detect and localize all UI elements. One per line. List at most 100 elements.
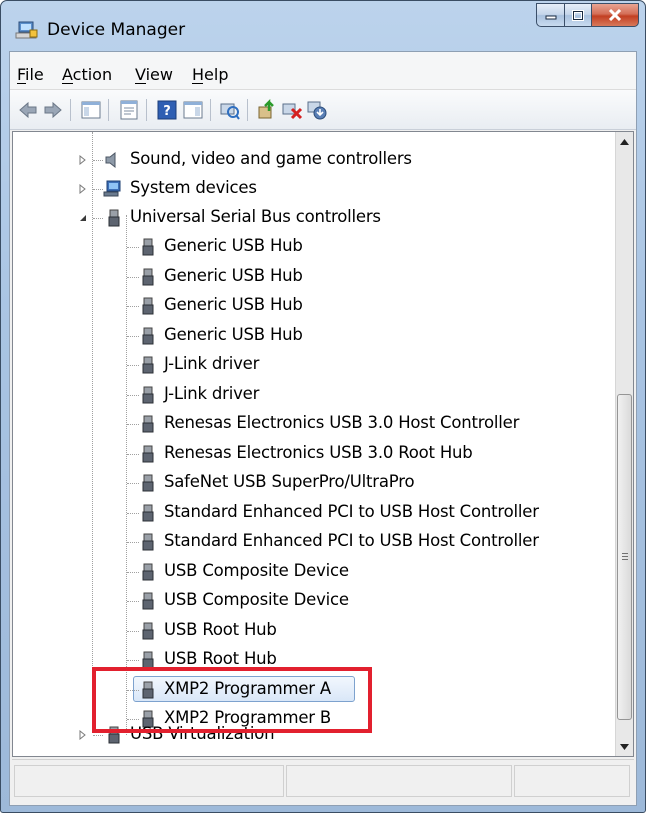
tree-category-system-devices[interactable]: System devices bbox=[13, 175, 617, 203]
minimize-icon bbox=[545, 15, 556, 20]
tree-label: Generic USB Hub bbox=[164, 295, 303, 314]
window-title: Device Manager bbox=[47, 20, 186, 40]
tree-device-item[interactable]: Standard Enhanced PCI to USB Host Contro… bbox=[13, 528, 617, 556]
title-bar[interactable]: Device Manager bbox=[1, 1, 645, 51]
maximize-button[interactable] bbox=[564, 3, 591, 27]
maximize-icon bbox=[572, 9, 584, 21]
close-icon bbox=[608, 9, 622, 21]
vertical-scrollbar[interactable] bbox=[615, 132, 633, 756]
expand-arrow-icon[interactable] bbox=[78, 155, 88, 165]
action-pane-icon[interactable] bbox=[182, 99, 204, 121]
scroll-down-icon bbox=[620, 743, 629, 750]
menu-file[interactable]: File bbox=[17, 65, 44, 84]
collapse-arrow-icon[interactable] bbox=[78, 213, 88, 223]
tree-device-item[interactable]: Renesas Electronics USB 3.0 Host Control… bbox=[13, 410, 617, 438]
status-pane bbox=[514, 765, 630, 797]
svg-text:?: ? bbox=[163, 104, 171, 119]
tree-connector bbox=[127, 395, 139, 396]
tree-device-item[interactable]: SafeNet USB SuperPro/UltraPro bbox=[13, 469, 617, 497]
scroll-up-icon bbox=[620, 138, 629, 145]
usb-plug-icon bbox=[142, 297, 154, 315]
toolbar: ? bbox=[10, 90, 636, 130]
tree-device-item[interactable]: Generic USB Hub bbox=[13, 322, 617, 350]
tree-label: Renesas Electronics USB 3.0 Root Hub bbox=[164, 443, 473, 462]
tree-category-sound[interactable]: Sound, video and game controllers bbox=[13, 146, 617, 174]
tree-device-item[interactable]: Generic USB Hub bbox=[13, 263, 617, 291]
tree-device-item[interactable]: USB Composite Device bbox=[13, 587, 617, 615]
usb-plug-icon bbox=[142, 268, 154, 286]
usb-plug-icon bbox=[142, 474, 154, 492]
toolbar-separator bbox=[70, 99, 71, 121]
back-icon[interactable] bbox=[17, 99, 39, 121]
minimize-button[interactable] bbox=[536, 3, 564, 27]
show-hide-console-tree-icon[interactable] bbox=[80, 99, 102, 121]
tree-category-usb-controllers[interactable]: Universal Serial Bus controllers bbox=[13, 204, 617, 232]
tree-label: Universal Serial Bus controllers bbox=[130, 207, 381, 226]
tree-connector bbox=[127, 277, 139, 278]
forward-icon[interactable] bbox=[42, 99, 64, 121]
tree-device-item[interactable]: J-Link driver bbox=[13, 381, 617, 409]
device-manager-window: Device Manager File Action View Help ? S… bbox=[0, 0, 646, 813]
tree-connector bbox=[127, 660, 139, 661]
usb-plug-icon bbox=[142, 622, 154, 640]
close-button[interactable] bbox=[591, 3, 639, 27]
expand-arrow-icon[interactable] bbox=[78, 730, 88, 740]
tree-label: USB Root Hub bbox=[164, 649, 277, 668]
tree-device-item[interactable]: J-Link driver bbox=[13, 351, 617, 379]
tree-label: J-Link driver bbox=[164, 384, 260, 403]
tree-label: Renesas Electronics USB 3.0 Host Control… bbox=[164, 413, 520, 432]
tree-label: Generic USB Hub bbox=[164, 236, 303, 255]
tree-connector bbox=[127, 572, 139, 573]
caption-buttons bbox=[536, 3, 639, 27]
highlight-annotation bbox=[92, 667, 372, 733]
tree-label: Standard Enhanced PCI to USB Host Contro… bbox=[164, 531, 539, 550]
tree-device-item[interactable]: USB Root Hub bbox=[13, 617, 617, 645]
tree-label: Standard Enhanced PCI to USB Host Contro… bbox=[164, 502, 539, 521]
help-icon[interactable]: ? bbox=[156, 99, 178, 121]
tree-device-item[interactable]: Standard Enhanced PCI to USB Host Contro… bbox=[13, 499, 617, 527]
toolbar-separator bbox=[210, 99, 211, 121]
computer-icon bbox=[103, 180, 121, 197]
tree-connector bbox=[127, 247, 139, 248]
scan-hardware-icon[interactable] bbox=[219, 99, 241, 121]
accel-underline-file bbox=[17, 83, 26, 84]
tree-label: USB Composite Device bbox=[164, 561, 349, 580]
expand-arrow-icon[interactable] bbox=[78, 184, 88, 194]
usb-plug-icon bbox=[142, 386, 154, 404]
device-manager-icon bbox=[15, 21, 38, 39]
usb-plug-icon bbox=[142, 238, 154, 256]
tree-device-item[interactable]: Generic USB Hub bbox=[13, 292, 617, 320]
menu-help[interactable]: Help bbox=[192, 65, 228, 84]
update-driver-icon[interactable] bbox=[256, 99, 278, 121]
properties-icon[interactable] bbox=[118, 99, 140, 121]
menu-bar: File Action View Help bbox=[10, 52, 636, 90]
grip-line bbox=[622, 556, 628, 557]
tree-connector bbox=[93, 218, 103, 219]
usb-plug-icon bbox=[142, 445, 154, 463]
device-tree[interactable]: Sound, video and game controllers System… bbox=[12, 131, 634, 757]
accel-underline-help bbox=[192, 83, 203, 84]
uninstall-icon[interactable] bbox=[281, 99, 303, 121]
tree-connector bbox=[127, 336, 139, 337]
tree-device-item[interactable]: Generic USB Hub bbox=[13, 233, 617, 261]
tree-label: Generic USB Hub bbox=[164, 325, 303, 344]
tree-device-item[interactable]: Renesas Electronics USB 3.0 Root Hub bbox=[13, 440, 617, 468]
toolbar-separator bbox=[146, 99, 147, 121]
tree-label: USB Root Hub bbox=[164, 620, 277, 639]
scroll-down-button[interactable] bbox=[616, 738, 633, 755]
menu-action[interactable]: Action bbox=[62, 65, 112, 84]
scroll-thumb[interactable] bbox=[617, 394, 632, 720]
usb-plug-icon bbox=[142, 563, 154, 581]
usb-plug-icon bbox=[142, 592, 154, 610]
disable-icon[interactable] bbox=[306, 99, 328, 121]
toolbar-separator bbox=[247, 99, 248, 121]
tree-connector bbox=[127, 631, 139, 632]
usb-plug-icon bbox=[108, 209, 120, 227]
grip-line bbox=[622, 553, 628, 554]
scroll-up-button[interactable] bbox=[616, 133, 633, 150]
tree-connector bbox=[127, 483, 139, 484]
tree-label: System devices bbox=[130, 178, 257, 197]
tree-connector bbox=[93, 735, 103, 736]
tree-device-item[interactable]: USB Composite Device bbox=[13, 558, 617, 586]
menu-view[interactable]: View bbox=[135, 65, 173, 84]
